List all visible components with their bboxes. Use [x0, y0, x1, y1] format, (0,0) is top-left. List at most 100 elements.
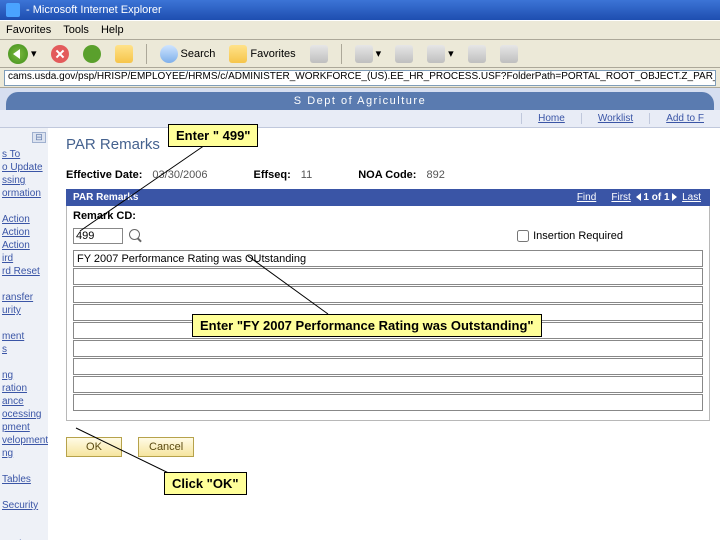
window-title: - Microsoft Internet Explorer	[26, 4, 162, 16]
sidebar-item[interactable]: Action	[2, 213, 46, 226]
page-title: PAR Remarks	[66, 136, 710, 153]
back-button[interactable]: ▾	[4, 42, 41, 66]
sidebar-item[interactable]: pment	[2, 421, 46, 434]
discuss-button[interactable]	[464, 43, 490, 65]
noa-value: 892	[426, 169, 444, 181]
toolbar-separator	[146, 44, 147, 64]
address-input[interactable]: cams.usda.gov/psp/HRISP/EMPLOYEE/HRMS/c/…	[4, 70, 716, 86]
remark-line-9[interactable]	[73, 394, 703, 411]
sidebar-item[interactable]: o Update	[2, 161, 46, 174]
stop-icon	[51, 45, 69, 63]
cancel-button[interactable]: Cancel	[138, 437, 194, 457]
remark-line-8[interactable]	[73, 376, 703, 393]
grid-find-link[interactable]: Find	[577, 192, 596, 203]
remark-cd-label: Remark CD:	[73, 210, 136, 222]
sidebar-item[interactable]: Action	[2, 226, 46, 239]
grid-last-link[interactable]: Last	[682, 192, 701, 203]
favorites-label: Favorites	[250, 48, 295, 60]
sidebar-item[interactable]: urity	[2, 304, 46, 317]
search-button[interactable]: Search	[156, 43, 220, 65]
menu-tools[interactable]: Tools	[63, 24, 89, 36]
app-header-wrap: S Dept of Agriculture	[0, 88, 720, 110]
sidebar-item[interactable]: ment	[2, 330, 46, 343]
topnav-home[interactable]: Home	[521, 113, 581, 124]
effseq-value: 11	[301, 169, 312, 181]
lookup-icon[interactable]	[129, 229, 143, 243]
favorites-button[interactable]: Favorites	[225, 43, 299, 65]
left-nav-sidebar: ⊟ s Too Updatessingormation ActionAction…	[0, 128, 48, 540]
sidebar-item[interactable]: s To	[2, 148, 46, 161]
topnav-worklist[interactable]: Worklist	[581, 113, 649, 124]
mail-icon	[355, 45, 373, 63]
back-icon	[8, 44, 28, 64]
research-icon	[500, 45, 518, 63]
refresh-button[interactable]	[79, 43, 105, 65]
sidebar-item[interactable]: ng	[2, 447, 46, 460]
sidebar-item[interactable]: s	[2, 343, 46, 356]
remark-line-7[interactable]	[73, 358, 703, 375]
grid-last-icon[interactable]	[672, 193, 677, 201]
noa-label: NOA Code:	[358, 169, 416, 181]
grid-counter: 1 of 1	[643, 192, 669, 203]
sidebar-item[interactable]: ocessing	[2, 408, 46, 421]
ie-title-bar: - Microsoft Internet Explorer	[0, 0, 720, 20]
home-button[interactable]	[111, 43, 137, 65]
grid-header-title: PAR Remarks	[73, 192, 138, 203]
remark-cd-input[interactable]	[73, 228, 123, 244]
toolbar-separator-2	[341, 44, 342, 64]
sidebar-item[interactable]: ssing	[2, 174, 46, 187]
stop-button[interactable]	[47, 43, 73, 65]
sidebar-item[interactable]: ration	[2, 382, 46, 395]
search-icon	[160, 45, 178, 63]
research-button[interactable]	[496, 43, 522, 65]
grid-first-icon[interactable]	[636, 193, 641, 201]
ie-menu-bar: Favorites Tools Help	[0, 20, 720, 40]
sidebar-item[interactable]: Action	[2, 239, 46, 252]
remark-line-2[interactable]	[73, 268, 703, 285]
top-nav: Home Worklist Add to F	[0, 110, 720, 128]
remark-cd-row: Remark CD:	[73, 210, 703, 222]
app-title: S Dept of Agriculture	[294, 95, 426, 107]
ie-address-bar: cams.usda.gov/psp/HRISP/EMPLOYEE/HRMS/c/…	[0, 68, 720, 88]
content-area: PAR Remarks Effective Date: 03/30/2006 E…	[48, 128, 720, 540]
app-header: S Dept of Agriculture	[6, 92, 714, 110]
print-button[interactable]	[391, 43, 417, 65]
sidebar-item[interactable]: Security	[2, 499, 46, 512]
sidebar-item[interactable]: ransfer	[2, 291, 46, 304]
sidebar-item[interactable]: ance	[2, 395, 46, 408]
insertion-required-checkbox[interactable]	[517, 230, 529, 242]
sidebar-item[interactable]: rd Reset	[2, 265, 46, 278]
sidebar-item[interactable]: ng	[2, 369, 46, 382]
edit-button[interactable]: ▾	[423, 43, 458, 65]
callout-click-ok: Click "OK"	[164, 472, 247, 495]
callout-enter-rating: Enter "FY 2007 Performance Rating was Ou…	[192, 314, 542, 337]
discuss-icon	[468, 45, 486, 63]
collapse-nav-icon[interactable]: ⊟	[32, 132, 46, 143]
insertion-required-field: Insertion Required	[517, 230, 623, 242]
remark-line-1[interactable]	[73, 250, 703, 267]
grid-first-link[interactable]: First	[611, 192, 630, 203]
sidebar-item[interactable]: ird	[2, 252, 46, 265]
favorites-icon	[229, 45, 247, 63]
search-label: Search	[181, 48, 216, 60]
header-field-row: Effective Date: 03/30/2006 Effseq: 11 NO…	[66, 169, 710, 181]
print-icon	[395, 45, 413, 63]
ok-button[interactable]: OK	[66, 437, 122, 457]
topnav-addfav[interactable]: Add to F	[649, 113, 720, 124]
history-button[interactable]	[306, 43, 332, 65]
sidebar-item[interactable]: ormation	[2, 187, 46, 200]
edit-icon	[427, 45, 445, 63]
refresh-icon	[83, 45, 101, 63]
menu-help[interactable]: Help	[101, 24, 124, 36]
remark-line-6[interactable]	[73, 340, 703, 357]
effseq-label: Effseq:	[253, 169, 290, 181]
menu-favorites[interactable]: Favorites	[6, 24, 51, 36]
grid-header: PAR Remarks Find First 1 of 1 Last	[66, 189, 710, 206]
eff-date-label: Effective Date:	[66, 169, 142, 181]
mail-button[interactable]: ▾	[351, 43, 386, 65]
home-icon	[115, 45, 133, 63]
remark-line-3[interactable]	[73, 286, 703, 303]
eff-date-value: 03/30/2006	[152, 169, 207, 181]
sidebar-item[interactable]: velopment	[2, 434, 46, 447]
sidebar-item[interactable]: Tables	[2, 473, 46, 486]
